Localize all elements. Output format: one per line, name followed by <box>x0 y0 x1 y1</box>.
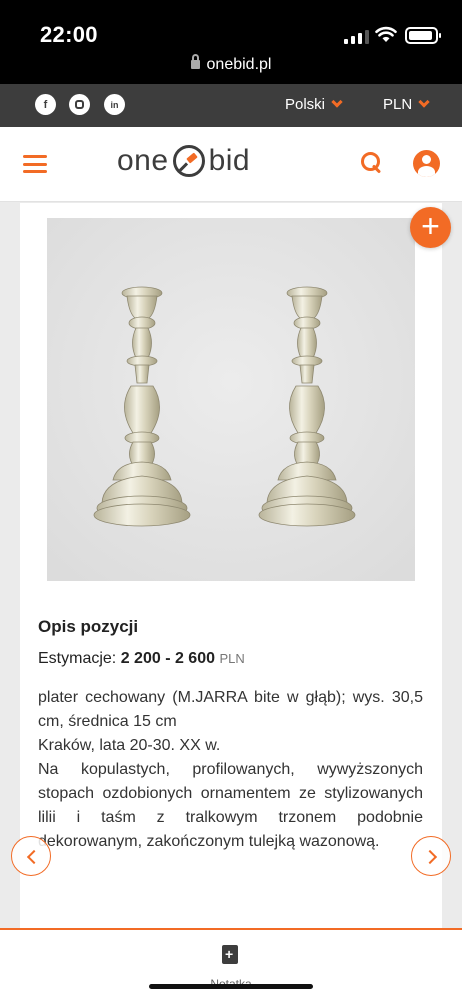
logo-text-one: one <box>117 144 169 177</box>
lot-description: plater cechowany (M.JARRA bite w głąb); … <box>38 686 423 854</box>
gavel-icon <box>172 145 205 177</box>
lot-photo[interactable] <box>47 218 415 581</box>
next-lot-button[interactable] <box>411 836 451 876</box>
facebook-icon[interactable]: f <box>35 94 56 115</box>
estimate-value: 2 200 - 2 600 <box>120 650 215 667</box>
estimate-currency: PLN <box>219 651 245 666</box>
add-button[interactable]: + <box>410 207 451 248</box>
search-icon[interactable] <box>361 152 381 172</box>
site-top-bar: f in Polski PLN <box>0 84 462 127</box>
browser-url-bar[interactable]: onebid.pl <box>0 54 462 84</box>
lock-icon <box>190 54 200 69</box>
onebid-logo[interactable]: one bid <box>117 144 250 178</box>
cellular-signal-icon <box>344 30 369 44</box>
section-title: Opis pozycji <box>38 617 139 636</box>
battery-icon <box>405 27 441 44</box>
previous-lot-button[interactable] <box>11 836 51 876</box>
description-line: Kraków, lata 20-30. XX w. <box>38 737 221 754</box>
description-line: Na kopulastych, profilowanych, wywyższon… <box>38 761 423 850</box>
logo-text-bid: bid <box>208 144 251 177</box>
estimate: Estymacje: 2 200 - 2 600 PLN <box>38 650 245 668</box>
instagram-icon[interactable] <box>69 94 90 115</box>
status-time: 22:00 <box>40 22 98 47</box>
chevron-down-icon <box>418 95 430 108</box>
note-add-icon[interactable] <box>222 945 238 964</box>
url-text[interactable]: onebid.pl <box>207 56 272 73</box>
candlesticks-image <box>47 218 415 581</box>
bottom-action-bar: Notatka <box>0 928 462 1000</box>
home-indicator[interactable] <box>149 984 313 989</box>
menu-icon[interactable] <box>23 155 47 173</box>
linkedin-icon[interactable]: in <box>104 94 125 115</box>
status-bar: 22:00 <box>0 0 462 54</box>
currency-select[interactable]: PLN <box>383 95 430 113</box>
site-header: one bid <box>0 127 462 202</box>
currency-label: PLN <box>383 96 413 113</box>
estimate-label: Estymacje: <box>38 650 117 667</box>
wifi-icon <box>375 26 397 42</box>
language-select[interactable]: Polski <box>285 95 343 113</box>
language-label: Polski <box>285 96 326 113</box>
user-account-icon[interactable] <box>413 150 440 177</box>
chevron-down-icon <box>331 95 343 108</box>
description-line: plater cechowany (M.JARRA bite w głąb); … <box>38 689 423 730</box>
